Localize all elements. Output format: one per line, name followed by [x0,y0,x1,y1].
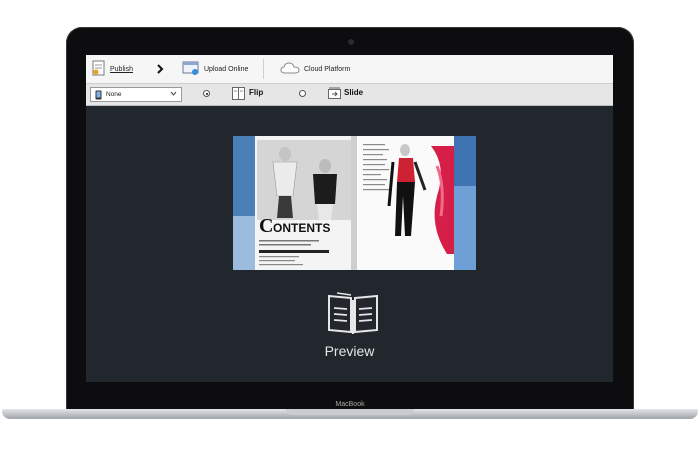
template-select[interactable]: None [90,87,182,102]
publish-icon [92,60,106,78]
preview-button[interactable] [323,292,383,337]
publish-button[interactable]: Publish [92,55,133,83]
cloud-icon [280,61,300,77]
slide-radio[interactable] [299,90,306,97]
camera-icon [348,39,354,45]
laptop-notch [286,409,414,415]
chevron-down-icon [170,91,177,97]
main-toolbar: Publish Upload Online Cloud Platform [86,55,613,84]
upload-online-icon [182,60,200,78]
contents-title: ONTENTS [273,221,330,235]
slide-label: Slide [344,88,364,97]
flip-radio[interactable] [203,90,210,97]
publish-label: Publish [110,65,133,73]
svg-text:C: C [259,215,273,237]
device-brand-label: MacBook [335,401,365,408]
cloud-platform-label: Cloud Platform [304,65,351,73]
options-toolbar: None Flip Slide [86,84,613,106]
flipbook-preview-image[interactable]: C ONTENTS [233,136,476,270]
template-select-value: None [106,91,122,98]
toolbar-divider [263,59,264,79]
flip-label: Flip [249,88,264,97]
flip-icon [232,87,245,105]
preview-label: Preview [324,343,375,359]
chevron-right-icon [156,55,164,83]
tablet-icon [95,90,102,100]
upload-online-button[interactable]: Upload Online [182,55,248,83]
book-preview-icon [323,292,383,342]
upload-online-label: Upload Online [204,65,249,73]
slide-icon [328,87,341,105]
cloud-platform-button[interactable]: Cloud Platform [280,55,350,83]
app-screen: Publish Upload Online Cloud Platform Non… [86,55,613,382]
